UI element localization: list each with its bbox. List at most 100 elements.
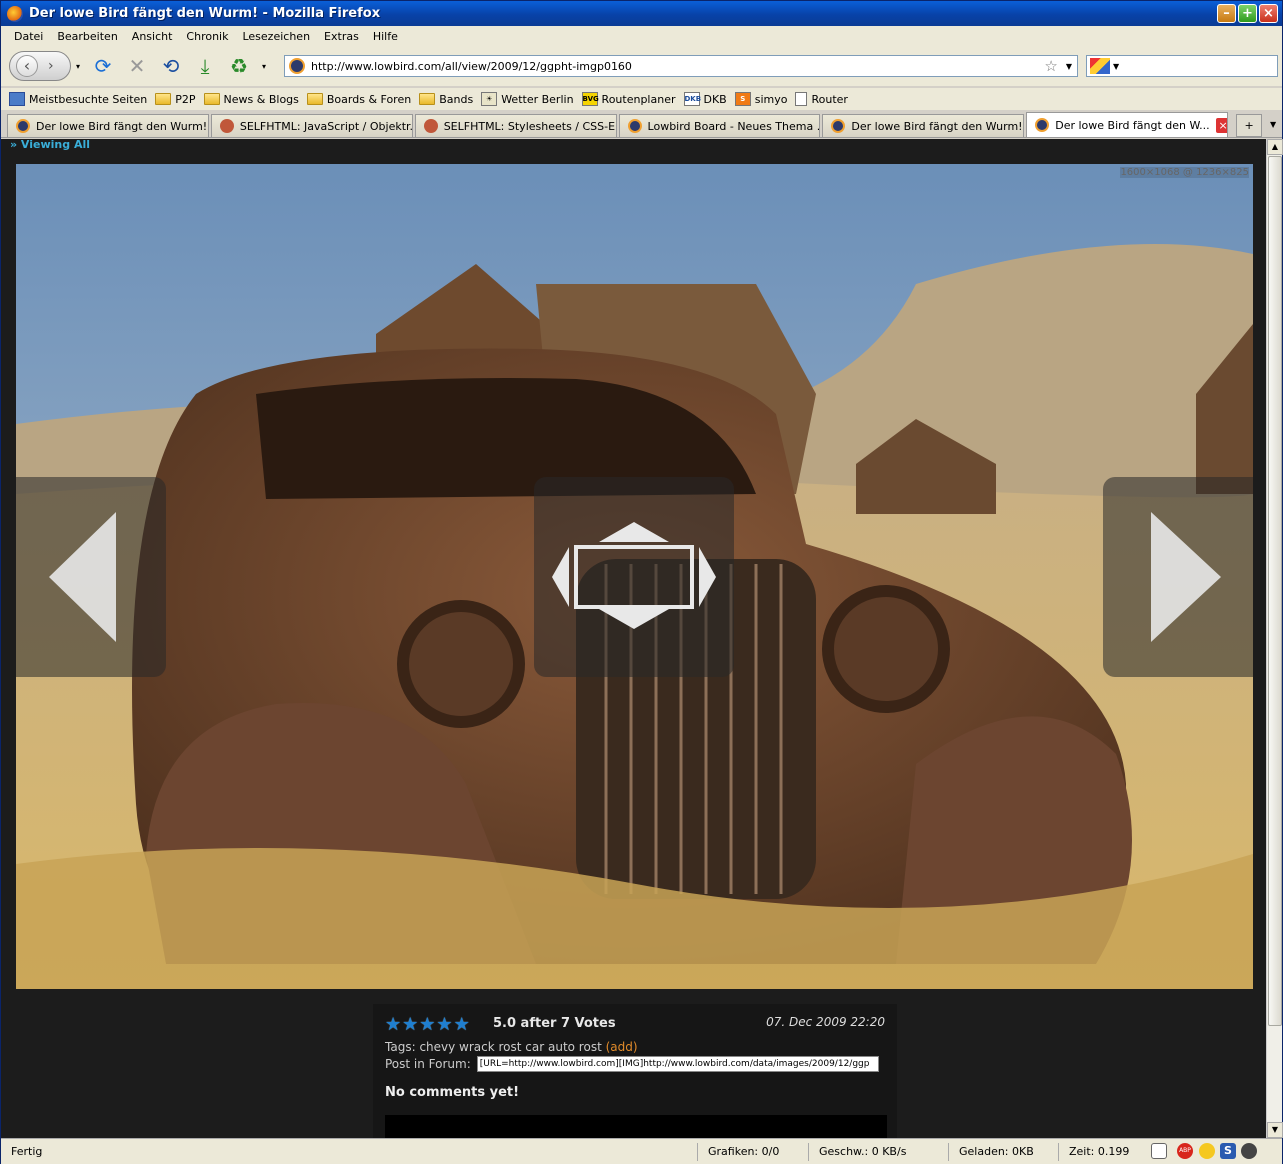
menu-extras[interactable]: Extras <box>317 30 366 43</box>
page-content: » Viewing All 1600×1068 @ 1236×825 ★ ★ ★… <box>1 139 1266 1138</box>
bookmark-p2p[interactable]: P2P <box>155 93 196 106</box>
viewing-all-link[interactable]: » Viewing All <box>10 139 90 151</box>
folder-icon <box>203 93 220 105</box>
bookmark-bands[interactable]: Bands <box>419 93 473 106</box>
bookmark-wetter-berlin[interactable]: ☀ Wetter Berlin <box>481 92 574 106</box>
bookmark-news-blogs[interactable]: News & Blogs <box>203 93 299 106</box>
scroll-down-icon[interactable]: ▼ <box>1267 1122 1283 1138</box>
menu-lesezeichen[interactable]: Lesezeichen <box>235 30 317 43</box>
simyo-icon: S <box>734 92 751 106</box>
scrollbar-thumb[interactable] <box>1268 156 1282 1026</box>
tab-6-active[interactable]: Der lowe Bird fängt den W... × <box>1026 112 1229 137</box>
next-image-button[interactable] <box>1103 477 1253 677</box>
bookmark-router[interactable]: Router <box>795 92 848 106</box>
history-dropdown-icon[interactable]: ▾ <box>73 52 83 80</box>
bookmark-star-icon[interactable]: ☆ <box>1044 57 1057 75</box>
folder-icon <box>419 93 436 105</box>
menu-chronik[interactable]: Chronik <box>179 30 235 43</box>
bvg-icon: BVG <box>581 92 599 106</box>
maximize-button[interactable]: + <box>1238 4 1257 23</box>
close-window-button[interactable]: × <box>1259 4 1278 23</box>
stop-button[interactable]: ✕ <box>123 52 151 80</box>
sync-icon[interactable]: ⟲ <box>157 52 185 80</box>
status-speed: Geschw.: 0 KB/s <box>808 1143 906 1161</box>
forum-code-field[interactable] <box>476 1056 879 1072</box>
tab-1[interactable]: Der lowe Bird fängt den Wurm! <box>7 114 209 137</box>
rating-stars[interactable]: ★ ★ ★ ★ ★ <box>385 1016 470 1034</box>
arrow-right-icon <box>1151 512 1221 642</box>
menu-hilfe[interactable]: Hilfe <box>366 30 405 43</box>
tab-bar: Der lowe Bird fängt den Wurm! SELFHTML: … <box>1 112 1282 138</box>
scroll-up-icon[interactable]: ▲ <box>1267 139 1283 155</box>
bookmarks-toolbar: Meistbesuchte Seiten P2P News & Blogs Bo… <box>1 88 1282 110</box>
menu-datei[interactable]: Datei <box>7 30 50 43</box>
adblock-icon[interactable]: ABP <box>1177 1143 1193 1159</box>
gear-icon[interactable] <box>1241 1143 1257 1159</box>
minimize-button[interactable]: – <box>1217 4 1236 23</box>
tags-list[interactable]: chevy wrack rost car auto rost <box>419 1040 601 1054</box>
lowbird-favicon-icon <box>16 119 30 133</box>
selfhtml-favicon-icon <box>219 119 234 133</box>
title-bar: Der lowe Bird fängt den Wurm! - Mozilla … <box>1 1 1282 26</box>
tab-4[interactable]: Lowbird Board - Neues Thema ... <box>618 114 821 137</box>
download-icon[interactable]: ⤓ <box>191 52 219 80</box>
smiley-icon[interactable] <box>1199 1143 1215 1159</box>
status-time: Zeit: 0.199 <box>1058 1143 1129 1161</box>
arrow-left-icon <box>49 512 116 642</box>
add-tag-link[interactable]: (add) <box>606 1040 638 1054</box>
url-text[interactable]: http://www.lowbird.com/all/view/2009/12/… <box>311 60 1044 73</box>
search-engine-icon[interactable] <box>1090 58 1110 74</box>
tags-line: Tags: chevy wrack rost car auto rost (ad… <box>385 1040 638 1054</box>
menu-bar: Datei Bearbeiten Ansicht Chronik Lesezei… <box>1 26 1282 46</box>
recycle-icon[interactable]: ♻ <box>225 52 253 80</box>
back-button[interactable]: ‹ <box>16 55 38 77</box>
star-icon[interactable]: ★ <box>436 1016 452 1034</box>
comment-box[interactable] <box>385 1115 887 1138</box>
fullscreen-toggle-button[interactable] <box>534 477 734 677</box>
menu-bearbeiten[interactable]: Bearbeiten <box>50 30 124 43</box>
status-text: Fertig <box>11 1145 43 1158</box>
url-bar[interactable]: http://www.lowbird.com/all/view/2009/12/… <box>284 55 1078 77</box>
search-engine-dropdown-icon[interactable]: ▼ <box>1113 62 1119 71</box>
menu-ansicht[interactable]: Ansicht <box>125 30 180 43</box>
tab-3[interactable]: SELFHTML: Stylesheets / CSS-Ei... <box>414 114 617 137</box>
dkb-icon: DKB <box>683 92 701 106</box>
bookmark-boards-foren[interactable]: Boards & Foren <box>306 93 411 106</box>
tab-5[interactable]: Der lowe Bird fängt den Wurm! <box>822 114 1025 137</box>
no-comments-text: No comments yet! <box>385 1085 520 1100</box>
url-dropdown-icon[interactable]: ▼ <box>1066 62 1072 71</box>
status-loaded: Geladen: 0KB <box>948 1143 1034 1161</box>
forum-code-line: Post in Forum: <box>385 1056 879 1072</box>
tab-list-dropdown-icon[interactable]: ▼ <box>1264 114 1282 137</box>
s-addon-icon[interactable]: S <box>1220 1143 1236 1159</box>
tags-label: Tags: <box>385 1040 416 1054</box>
close-tab-icon[interactable]: × <box>1215 117 1228 133</box>
forward-button[interactable]: › <box>48 58 54 74</box>
fullscreen-icon <box>552 522 716 629</box>
image-info-panel: ★ ★ ★ ★ ★ 5.0 after 7 Votes 07. Dec 2009… <box>373 1004 897 1138</box>
forum-label: Post in Forum: <box>385 1057 471 1071</box>
page-info-icon[interactable] <box>1151 1143 1167 1159</box>
toolbar-dropdown-icon[interactable]: ▾ <box>259 52 269 80</box>
reload-button[interactable]: ⟳ <box>89 52 117 80</box>
bookmark-routenplaner[interactable]: BVG Routenplaner <box>581 92 676 106</box>
main-photo[interactable]: 1600×1068 @ 1236×825 <box>16 164 1253 989</box>
bookmark-simyo[interactable]: Ssimyo <box>734 92 787 106</box>
status-grafiken: Grafiken: 0/0 <box>697 1143 779 1161</box>
folder-icon <box>155 93 172 105</box>
vertical-scrollbar[interactable]: ▲ ▼ <box>1266 139 1283 1138</box>
bookmark-meistbesuchte[interactable]: Meistbesuchte Seiten <box>9 92 147 106</box>
star-icon[interactable]: ★ <box>419 1016 435 1034</box>
image-resolution-label: 1600×1068 @ 1236×825 <box>1120 167 1249 178</box>
site-favicon-icon <box>289 58 305 74</box>
bookmark-dkb[interactable]: DKB DKB <box>683 92 727 106</box>
star-icon[interactable]: ★ <box>454 1016 470 1034</box>
search-bar[interactable]: ▼ <box>1086 55 1278 77</box>
star-icon[interactable]: ★ <box>402 1016 418 1034</box>
lowbird-favicon-icon <box>831 119 846 133</box>
star-icon[interactable]: ★ <box>385 1016 401 1034</box>
previous-image-button[interactable] <box>16 477 166 677</box>
browser-window: Der lowe Bird fängt den Wurm! - Mozilla … <box>0 0 1283 1164</box>
new-tab-button[interactable]: + <box>1236 114 1263 137</box>
tab-2[interactable]: SELFHTML: JavaScript / Objektr... <box>210 114 413 137</box>
